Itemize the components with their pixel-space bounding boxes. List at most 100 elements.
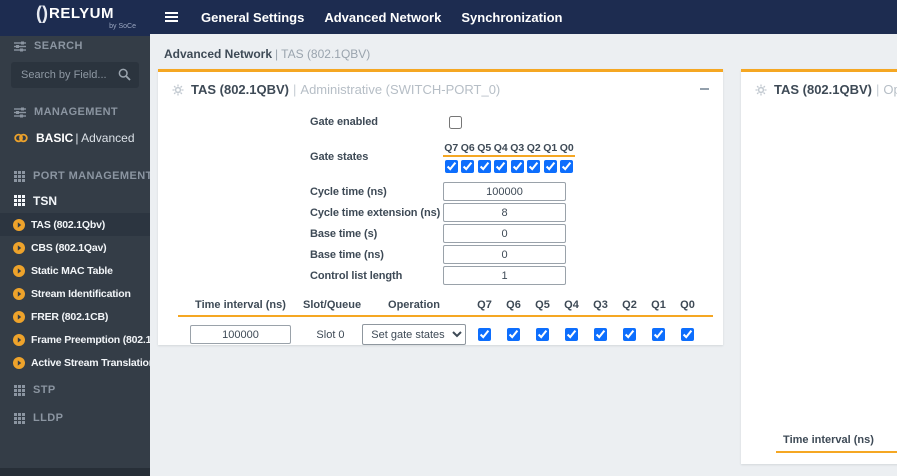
- main-content: Advanced Network | TAS (802.1QBV) TAS (802…: [150, 34, 897, 476]
- sidebar: SEARCH MANAGEMENT BASIC| Advanced PORT M…: [0, 34, 150, 476]
- sidebar-item-stp[interactable]: STP: [0, 378, 150, 402]
- chevron-circle-icon: [13, 287, 25, 300]
- sidebar-item-basic-advanced[interactable]: BASIC | Advanced: [0, 124, 150, 152]
- sidebar-item-stream-identification[interactable]: Stream Identification: [0, 282, 150, 305]
- sidebar-item-active-stream-translation[interactable]: Active Stream Translation: [0, 351, 150, 374]
- sidebar-item-label: TSN: [33, 193, 57, 208]
- entry-operation-select[interactable]: Set gate states: [362, 324, 466, 345]
- entry-q7-checkbox[interactable]: [478, 328, 491, 341]
- entry-q0-checkbox[interactable]: [681, 328, 694, 341]
- chevron-circle-icon: [13, 356, 25, 369]
- sidebar-item-cbs[interactable]: CBS (802.1Qav): [0, 236, 150, 259]
- admin-card-header: TAS (802.1QBV) | Administrative (SWITCH-…: [158, 72, 723, 101]
- cycle-time-extension-row: Cycle time extension (ns): [158, 202, 723, 223]
- queue-header: Q0: [559, 141, 574, 154]
- brand-logo[interactable]: () RELYUM by SoCe: [0, 0, 150, 36]
- top-navigation: General Settings Advanced Network Synchr…: [201, 10, 562, 25]
- collapse-icon[interactable]: [700, 88, 709, 90]
- queue-header: Q2: [622, 299, 637, 311]
- sidebar-section-port-management: PORT MANAGEMENT: [0, 164, 150, 188]
- card-title: TAS (802.1QBV): [191, 82, 290, 97]
- sidebar-item-frer[interactable]: FRER (802.1CB): [0, 305, 150, 328]
- queue-header: Q6: [506, 299, 521, 311]
- operative-table: Time interval (ns) Slot/Queue: [741, 434, 897, 453]
- base-time-ns-input[interactable]: [443, 245, 566, 264]
- entry-q6-checkbox[interactable]: [507, 328, 520, 341]
- search-icon[interactable]: [118, 68, 131, 81]
- cycle-time-input[interactable]: [443, 182, 566, 201]
- brand-name: RELYUM: [49, 4, 114, 22]
- base-time-s-input[interactable]: [443, 224, 566, 243]
- gate-state-q7-checkbox[interactable]: [444, 159, 458, 173]
- queue-header: Q5: [535, 299, 550, 311]
- card-title-divider: |: [876, 82, 880, 97]
- sidebar-item-tsn[interactable]: TSN: [0, 188, 150, 213]
- entry-q5-checkbox[interactable]: [536, 328, 549, 341]
- gate-state-q6-checkbox[interactable]: [461, 159, 475, 173]
- breadcrumb-page: TAS (802.1QBV): [281, 47, 371, 61]
- gate-state-q1-checkbox[interactable]: [543, 159, 557, 173]
- sidebar-section-search: SEARCH: [0, 34, 150, 58]
- gate-state-q0-checkbox[interactable]: [560, 159, 574, 173]
- nav-general-settings[interactable]: General Settings: [201, 10, 304, 25]
- gate-state-q4-checkbox[interactable]: [494, 159, 508, 173]
- grid-icon: [14, 412, 25, 424]
- queue-header: Q4: [493, 141, 508, 154]
- nav-advanced-network[interactable]: Advanced Network: [324, 10, 441, 25]
- sidebar-item-label: Stream Identification: [31, 287, 131, 300]
- menu-toggle-icon[interactable]: [164, 11, 179, 23]
- sidebar-item-tas[interactable]: TAS (802.1Qbv): [0, 213, 150, 236]
- table-header-underline: [178, 315, 713, 317]
- grid-icon: [14, 195, 25, 206]
- sidebar-item-frame-preemption[interactable]: Frame Preemption (802.1Qbu): [0, 328, 150, 351]
- sidebar-item-static-mac-table[interactable]: Static MAC Table: [0, 259, 150, 282]
- sidebar-section-label: MANAGEMENT: [34, 106, 119, 118]
- chevron-circle-icon: [13, 264, 25, 277]
- base-time-ns-row: Base time (ns): [158, 244, 723, 265]
- entry-slot-queue: Slot 0: [316, 328, 345, 341]
- table-header-underline: [776, 451, 897, 453]
- grid-icon: [14, 384, 25, 396]
- base-time-s-row: Base time (s): [158, 223, 723, 244]
- queue-header: Q7: [444, 141, 459, 154]
- sidebar-item-label: LLDP: [33, 412, 64, 424]
- gate-state-q5-checkbox[interactable]: [477, 159, 491, 173]
- sliders-icon: [14, 107, 26, 118]
- operative-card-header: TAS (802.1QBV) | Operative (SWITCH-PORT_…: [741, 72, 897, 101]
- entry-q4-checkbox[interactable]: [565, 328, 578, 341]
- entry-q3-checkbox[interactable]: [594, 328, 607, 341]
- nav-synchronization[interactable]: Synchronization: [461, 10, 562, 25]
- queue-header: Q5: [477, 141, 492, 154]
- tas-administrative-card: TAS (802.1QBV) | Administrative (SWITCH-…: [158, 69, 723, 345]
- sidebar-search: [11, 62, 139, 88]
- control-list-length-input[interactable]: [443, 266, 566, 285]
- sidebar-item-label: STP: [33, 384, 56, 396]
- control-list-header-row: Time interval (ns) Slot/Queue Operation …: [178, 299, 713, 311]
- operation-header: Operation: [388, 299, 440, 311]
- gate-enabled-checkbox[interactable]: [449, 115, 462, 129]
- entry-time-interval-input[interactable]: [190, 325, 291, 345]
- breadcrumb-section[interactable]: Advanced Network: [164, 47, 272, 61]
- sliders-icon: [14, 41, 26, 52]
- base-time-s-label: Base time (s): [310, 227, 378, 240]
- entry-q2-checkbox[interactable]: [623, 328, 636, 341]
- sidebar-item-label: Static MAC Table: [31, 264, 113, 277]
- sidebar-item-lldp[interactable]: LLDP: [0, 406, 150, 430]
- card-subtitle: Operative (SWITCH-PORT_0): [883, 82, 897, 97]
- cycle-time-extension-label: Cycle time extension (ns): [310, 206, 441, 219]
- gate-state-q2-checkbox[interactable]: [527, 159, 541, 173]
- gate-enabled-label: Gate enabled: [310, 116, 378, 128]
- queue-header: Q3: [593, 299, 608, 311]
- sidebar-item-label: CBS (802.1Qav): [31, 241, 107, 254]
- sidebar-item-label: TAS (802.1Qbv): [31, 218, 106, 231]
- gate-enabled-row: Gate enabled: [158, 113, 723, 131]
- queue-header: Q1: [543, 141, 558, 154]
- basic-label: BASIC: [36, 131, 74, 145]
- queue-header: Q7: [477, 299, 492, 311]
- cycle-time-extension-input[interactable]: [443, 203, 566, 222]
- queue-header: Q2: [526, 141, 541, 154]
- gate-state-q3-checkbox[interactable]: [510, 159, 524, 173]
- gate-states-block: Q7 Q6 Q5 Q4 Q3 Q2 Q1 Q0: [443, 142, 575, 173]
- sidebar-section-label: SEARCH: [34, 40, 83, 52]
- entry-q1-checkbox[interactable]: [652, 328, 665, 341]
